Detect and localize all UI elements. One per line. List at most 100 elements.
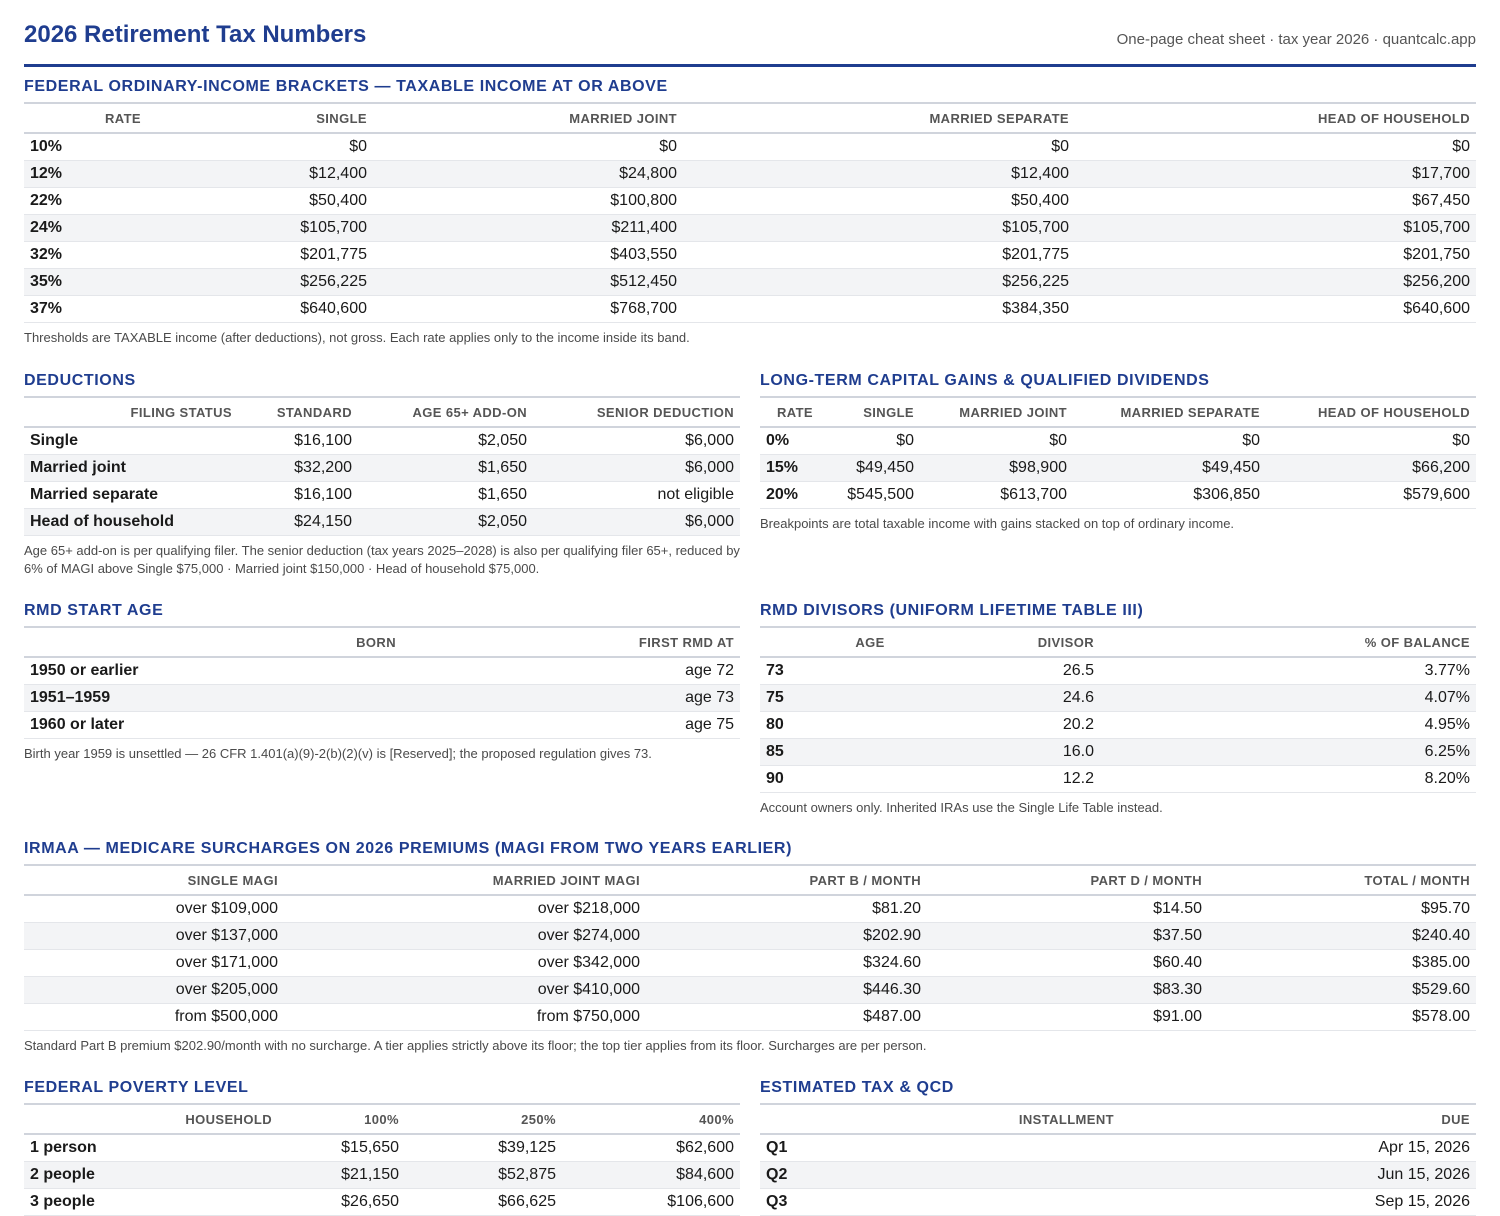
cell: $15,650: [278, 1134, 405, 1162]
column-header: MARRIED SEPARATE: [1073, 396, 1266, 428]
table-row: 80 20.2 4.95%: [760, 711, 1476, 739]
cell: Q1: [760, 1134, 1120, 1162]
cell: $32,200: [238, 454, 358, 482]
cell: $6,000: [533, 454, 740, 482]
brackets-table: RATE SINGLE MARRIED JOINT MARRIED SEPARA…: [24, 102, 1476, 323]
rmd-divisors-table: AGE DIVISOR % OF BALANCE 73 26.5 3.77% 75 2…: [760, 626, 1476, 793]
table-row: 0% $0 $0 $0 $0: [760, 427, 1476, 455]
cell: 3 people: [24, 1188, 278, 1216]
column-header: MARRIED JOINT: [373, 102, 683, 134]
cell: 1 person: [24, 1134, 278, 1162]
cell: 90: [760, 765, 980, 793]
cell: $640,600: [222, 295, 373, 323]
cell: Single: [24, 427, 238, 455]
section-title: FEDERAL ORDINARY-INCOME BRACKETS — TAXAB…: [24, 78, 668, 95]
table-row: over $205,000 over $410,000 $446.30 $83.30 $…: [24, 976, 1476, 1004]
cell: $26,650: [278, 1188, 405, 1216]
cell: over $410,000: [284, 976, 646, 1004]
cell: $17,700: [1075, 160, 1476, 188]
table-row: 73 26.5 3.77%: [760, 657, 1476, 685]
cell: $0: [1073, 427, 1266, 455]
column-header: PART D / MONTH: [927, 864, 1208, 896]
cell: $0: [1075, 133, 1476, 161]
cell: $201,775: [683, 241, 1075, 269]
cell: 20.2: [980, 711, 1100, 739]
rmd-start-age-section: RMD START AGE BORN FIRST RMD AT 1950 or …: [24, 602, 740, 763]
cell: $487.00: [646, 1003, 927, 1031]
footnote: Thresholds are TAXABLE income (after ded…: [24, 330, 690, 345]
cell: age 75: [402, 711, 740, 739]
cell: 4.07%: [1100, 684, 1476, 712]
table-row: 3 people $26,650 $66,625 $106,600: [24, 1188, 740, 1216]
cell: 80: [760, 711, 980, 739]
cell: $91.00: [927, 1003, 1208, 1031]
estimated-tax-section: ESTIMATED TAX & QCD INSTALLMENT DUE Q1 Ap…: [760, 1079, 1476, 1216]
table-row: Single $16,100 $2,050 $6,000: [24, 427, 740, 455]
page-title: 2026 Retirement Tax Numbers: [24, 21, 367, 48]
cell: $6,000: [533, 508, 740, 536]
cell: $201,775: [222, 241, 373, 269]
cell: $105,700: [222, 214, 373, 242]
cell: 3.77%: [1100, 657, 1476, 685]
capital-gains-section: LONG-TERM CAPITAL GAINS & QUALIFIED DIVI…: [760, 372, 1476, 533]
cell: $81.20: [646, 895, 927, 923]
cell: $60.40: [927, 949, 1208, 977]
cell: $6,000: [533, 427, 740, 455]
cell: 24.6: [980, 684, 1100, 712]
table-row: 10% $0 $0 $0 $0: [24, 133, 1476, 161]
cell: 12%: [24, 160, 222, 188]
cell: Head of household: [24, 508, 238, 536]
cell: not eligible: [533, 481, 740, 509]
section-title: ESTIMATED TAX & QCD: [760, 1079, 954, 1096]
cell: 10%: [24, 133, 222, 161]
rmd-start-age-table: BORN FIRST RMD AT 1950 or earlier age 72 …: [24, 626, 740, 739]
cell: Q2: [760, 1161, 1120, 1189]
cell: $106,600: [562, 1188, 740, 1216]
cell: 6.25%: [1100, 738, 1476, 766]
table-row: 24% $105,700 $211,400 $105,700 $105,700: [24, 214, 1476, 242]
section-title: FEDERAL POVERTY LEVEL: [24, 1079, 249, 1096]
table-row: Married separate $16,100 $1,650 not eligibl…: [24, 481, 740, 509]
table-row: Head of household $24,150 $2,050 $6,000: [24, 508, 740, 536]
cell: $16,100: [238, 481, 358, 509]
cell: $306,850: [1073, 481, 1266, 509]
rmd-divisors-section: RMD DIVISORS (UNIFORM LIFETIME TABLE III…: [760, 602, 1476, 817]
cell: 85: [760, 738, 980, 766]
column-header: 250%: [405, 1103, 562, 1135]
cell: $256,200: [1075, 268, 1476, 296]
column-header: RATE: [760, 396, 830, 428]
cell: $0: [222, 133, 373, 161]
cell: 26.5: [980, 657, 1100, 685]
cell: 15%: [760, 454, 830, 482]
table-row: from $500,000 from $750,000 $487.00 $91.00 $…: [24, 1003, 1476, 1031]
cell: $14.50: [927, 895, 1208, 923]
column-header: HEAD OF HOUSEHOLD: [1266, 396, 1476, 428]
cell: from $750,000: [284, 1003, 646, 1031]
section-title: IRMAA — MEDICARE SURCHARGES ON 2026 PREM…: [24, 840, 793, 857]
cheat-sheet-page: 2026 Retirement Tax Numbers One-page che…: [0, 0, 1500, 1216]
cell: over $171,000: [24, 949, 284, 977]
brackets-section: FEDERAL ORDINARY-INCOME BRACKETS — TAXAB…: [24, 78, 1476, 347]
cell: 32%: [24, 241, 222, 269]
cell: $211,400: [373, 214, 683, 242]
table-row: 75 24.6 4.07%: [760, 684, 1476, 712]
cell: $403,550: [373, 241, 683, 269]
column-header: DIVISOR: [980, 626, 1100, 658]
cell: $37.50: [927, 922, 1208, 950]
cell: 24%: [24, 214, 222, 242]
cell: $1,650: [358, 454, 533, 482]
table-row: 85 16.0 6.25%: [760, 738, 1476, 766]
cell: $256,225: [222, 268, 373, 296]
table-row: Married joint $32,200 $1,650 $6,000: [24, 454, 740, 482]
cell: 22%: [24, 187, 222, 215]
table-row: over $171,000 over $342,000 $324.60 $60.40 $…: [24, 949, 1476, 977]
cell: 35%: [24, 268, 222, 296]
column-header: BORN: [24, 626, 402, 658]
column-header: MARRIED JOINT: [920, 396, 1073, 428]
table-row: 1960 or later age 75: [24, 711, 740, 739]
column-header: INSTALLMENT: [760, 1103, 1120, 1135]
column-header: MARRIED SEPARATE: [683, 102, 1075, 134]
column-header: STANDARD: [238, 396, 358, 428]
cell: $24,150: [238, 508, 358, 536]
cell: over $274,000: [284, 922, 646, 950]
